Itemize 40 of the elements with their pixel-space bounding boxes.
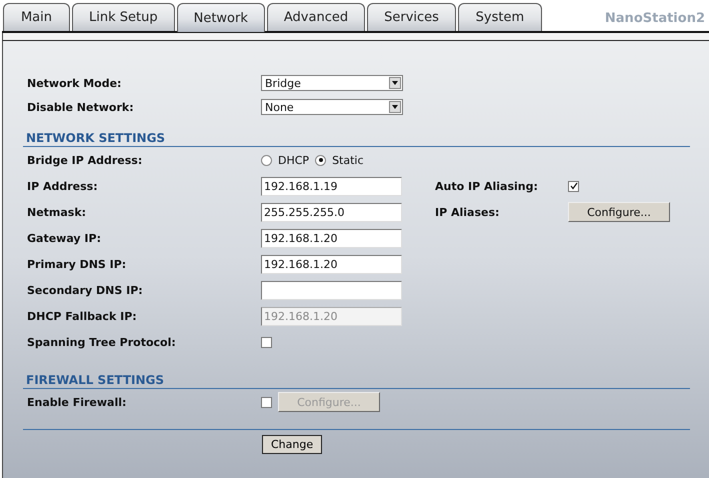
nav-tab[interactable]: Network (176, 3, 265, 32)
field-label: Netmask: (27, 204, 88, 220)
checkbox[interactable] (261, 336, 272, 348)
radio-button[interactable] (261, 154, 272, 166)
dropdown[interactable]: None (261, 99, 403, 115)
field-label: Bridge IP Address: (27, 152, 144, 168)
field-label: IP Aliases: (435, 204, 500, 220)
radio-button[interactable] (315, 154, 326, 166)
section-heading: NETWORK SETTINGS (23, 131, 690, 147)
field-label: IP Address: (27, 178, 99, 194)
section-heading: FIREWALL SETTINGS (23, 373, 690, 389)
field-label: DHCP Fallback IP: (27, 308, 138, 324)
field-label: Network Mode: (27, 76, 122, 92)
radio-label: Static (332, 154, 364, 166)
text-field[interactable]: 192.168.1.20 (261, 254, 402, 274)
text-field[interactable]: 255.255.255.0 (261, 202, 402, 222)
text-field[interactable]: 192.168.1.20 (261, 228, 402, 248)
field-label: Auto IP Aliasing: (435, 178, 539, 194)
checkbox[interactable] (568, 180, 579, 192)
product-name: NanoStation2 (604, 11, 705, 28)
field-label: Primary DNS IP: (27, 256, 128, 272)
field-label: Gateway IP: (27, 230, 102, 246)
configure-button[interactable]: Configure... (568, 202, 670, 222)
text-field[interactable] (261, 280, 402, 300)
dropdown[interactable]: Bridge (261, 75, 403, 91)
caret-icon (389, 101, 401, 113)
nav-tab[interactable]: System (458, 3, 542, 31)
nav-tab[interactable]: Advanced (266, 3, 366, 31)
checkbox[interactable] (261, 396, 272, 408)
nav-tab[interactable]: Main (3, 3, 70, 31)
field-label: Secondary DNS IP: (27, 282, 144, 298)
text-field[interactable]: 192.168.1.19 (261, 176, 402, 196)
caret-icon (389, 77, 401, 89)
change-button[interactable]: Change (262, 435, 322, 454)
radio-label: DHCP (278, 154, 310, 166)
nav-tab[interactable]: Services (367, 3, 456, 31)
field-label: Enable Firewall: (27, 394, 128, 410)
field-label: Spanning Tree Protocol: (27, 334, 177, 350)
field-label: Disable Network: (27, 100, 135, 116)
nav-tab[interactable]: Link Setup (72, 3, 175, 31)
